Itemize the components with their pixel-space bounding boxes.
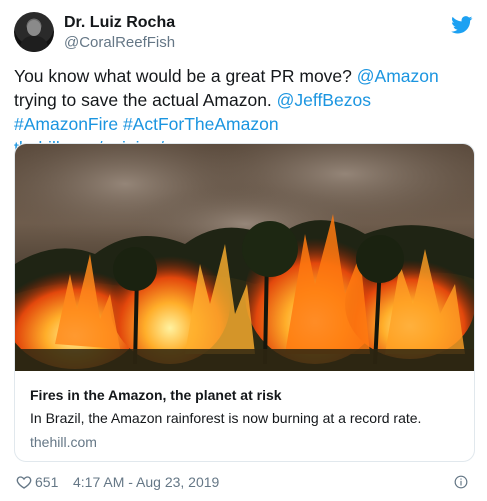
link-preview-card[interactable]: Fires in the Amazon, the planet at risk … xyxy=(14,143,475,462)
hashtag-amazonfire-link[interactable]: #AmazonFire xyxy=(14,114,118,134)
tweet-timestamp[interactable]: 4:17 AM - Aug 23, 2019 xyxy=(73,474,219,490)
like-count[interactable]: 651 xyxy=(35,474,58,490)
card-description: In Brazil, the Amazon rainforest is now … xyxy=(30,410,422,426)
twitter-bird-icon[interactable] xyxy=(451,16,473,34)
avatar[interactable] xyxy=(14,12,54,52)
avatar-face xyxy=(27,20,41,36)
hashtag-actfortheamazon-link[interactable]: #ActForTheAmazon xyxy=(123,114,279,134)
author-handle[interactable]: @CoralReefFish xyxy=(64,34,175,51)
info-icon[interactable] xyxy=(454,475,468,489)
heart-icon[interactable] xyxy=(16,474,32,490)
embedded-tweet: Dr. Luiz Rocha @CoralReefFish You know w… xyxy=(0,0,487,501)
author-name[interactable]: Dr. Luiz Rocha xyxy=(64,14,175,32)
mention-amazon-link[interactable]: @Amazon xyxy=(357,66,439,86)
tweet-text-segment: trying to save the actual Amazon. xyxy=(14,90,277,110)
card-image xyxy=(15,144,474,371)
avatar-body xyxy=(20,36,48,52)
tweet-footer: 651 4:17 AM - Aug 23, 2019 xyxy=(14,473,474,493)
card-title: Fires in the Amazon, the planet at risk xyxy=(30,387,282,403)
card-domain: thehill.com xyxy=(30,434,97,450)
mention-jeffbezos-link[interactable]: @JeffBezos xyxy=(277,90,371,110)
tweet-text-segment: You know what would be a great PR move? xyxy=(14,66,357,86)
